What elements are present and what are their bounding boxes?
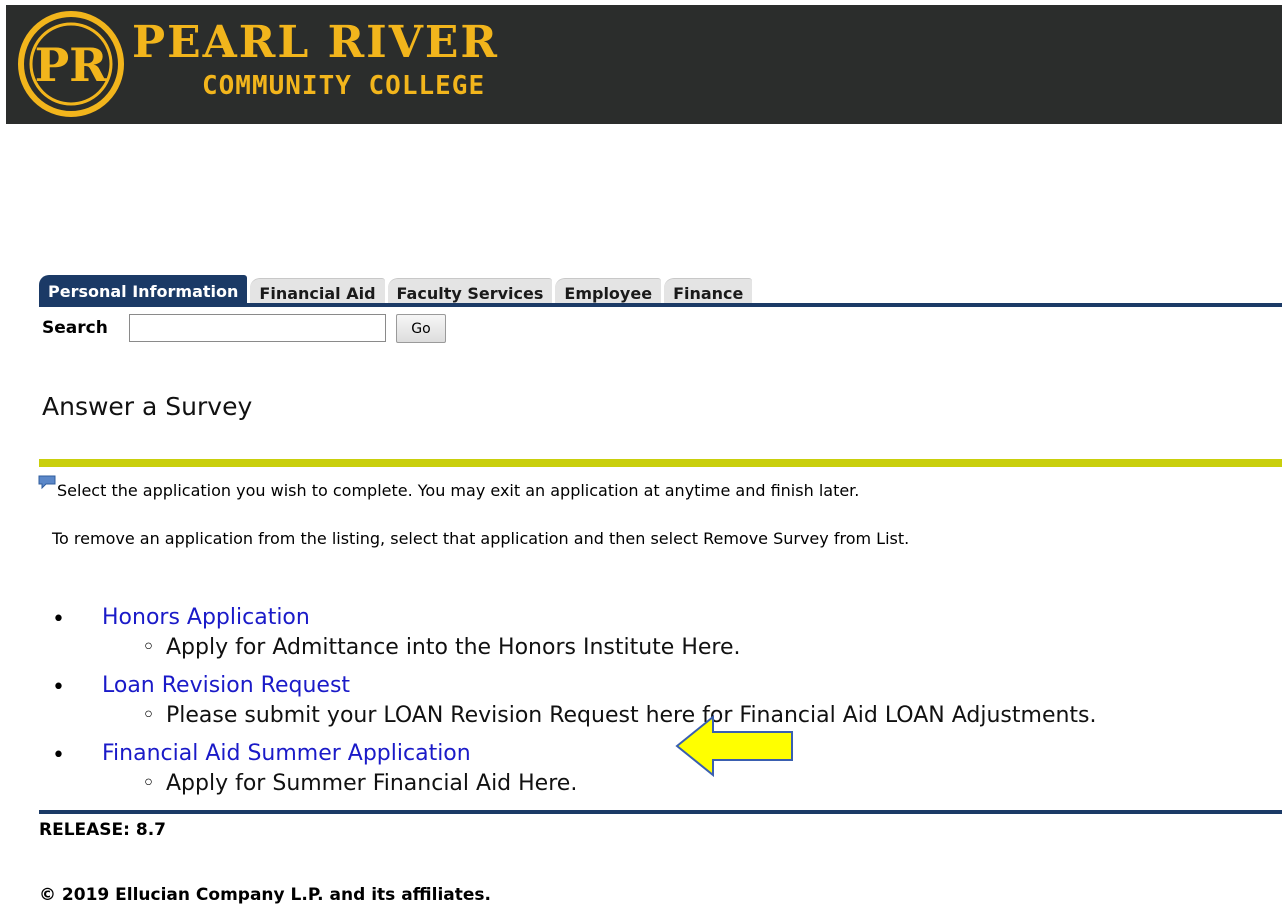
instruction-text: To remove an application from the listin…: [52, 529, 910, 548]
loan-revision-request-link[interactable]: Loan Revision Request: [102, 671, 350, 701]
svg-text:PR: PR: [35, 38, 109, 92]
page-title: Answer a Survey: [42, 392, 253, 421]
tab-financial-aid[interactable]: Financial Aid: [250, 278, 385, 305]
header-banner: PR PEARL RIVER COMMUNITY COLLEGE: [6, 5, 1282, 124]
tab-employee[interactable]: Employee: [555, 278, 662, 305]
info-text: Select the application you wish to compl…: [57, 481, 860, 500]
survey-description: Please submit your LOAN Revision Request…: [166, 703, 1097, 728]
search-label: Search: [42, 318, 108, 338]
survey-description: Apply for Admittance into the Honors Ins…: [166, 635, 741, 660]
honors-application-link[interactable]: Honors Application: [102, 603, 310, 633]
search-input[interactable]: [129, 314, 386, 342]
go-button[interactable]: Go: [396, 314, 446, 343]
circle-bullet-icon: ◦: [142, 703, 155, 728]
college-subtitle: COMMUNITY COLLEGE: [202, 71, 486, 101]
circle-bullet-icon: ◦: [142, 635, 155, 660]
college-name: PEARL RIVER: [132, 17, 499, 68]
tab-divider: [39, 303, 1282, 307]
tab-faculty-services[interactable]: Faculty Services: [387, 278, 553, 305]
survey-description: Apply for Summer Financial Aid Here.: [166, 771, 578, 796]
copyright-text: © 2019 Ellucian Company L.P. and its aff…: [39, 885, 491, 905]
circle-bullet-icon: ◦: [142, 771, 155, 796]
college-seal-icon: PR: [18, 11, 124, 117]
yellow-arrow-icon: [675, 715, 793, 777]
bullet-icon: •: [52, 675, 65, 700]
bullet-icon: •: [52, 607, 65, 632]
financial-aid-summer-application-link[interactable]: Financial Aid Summer Application: [102, 739, 471, 769]
main-tabs: Personal Information Financial Aid Facul…: [39, 265, 755, 305]
speech-bubble-icon: [38, 475, 56, 489]
release-label: RELEASE: 8.7: [39, 820, 166, 840]
tab-personal-information[interactable]: Personal Information: [39, 275, 248, 305]
tab-finance[interactable]: Finance: [664, 278, 753, 305]
bullet-icon: •: [52, 743, 65, 768]
footer-divider: [39, 810, 1282, 814]
title-divider: [39, 459, 1282, 467]
